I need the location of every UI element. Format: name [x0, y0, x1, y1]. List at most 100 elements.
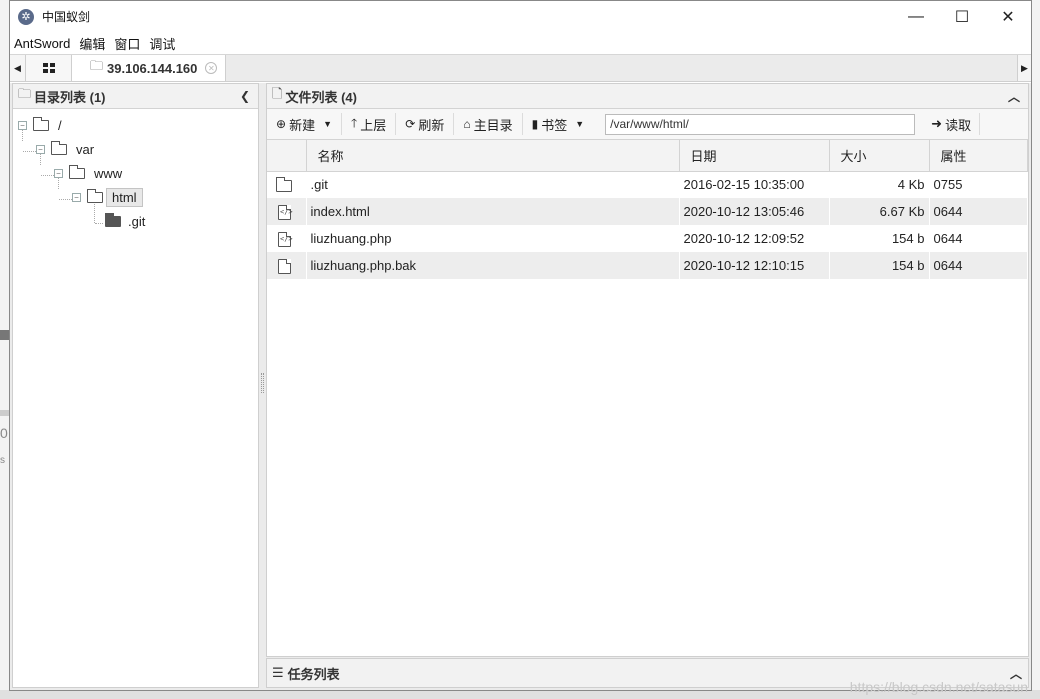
- file-perm: 0644: [929, 198, 1028, 225]
- refresh-button[interactable]: ⟳ 刷新: [396, 113, 455, 135]
- collapse-up-icon[interactable]: ︿: [1008, 88, 1020, 105]
- caret-down-icon: ▼: [575, 119, 585, 129]
- list-icon: ☰: [272, 665, 284, 680]
- tree-collapse-icon[interactable]: −: [54, 168, 63, 178]
- file-panel-title: 文件列表 (4): [285, 89, 357, 105]
- tab-scroll-right-icon[interactable]: ▶: [1017, 55, 1031, 81]
- file-perm: 0644: [929, 225, 1028, 252]
- minimize-button[interactable]: —: [893, 1, 939, 32]
- close-button[interactable]: ✕: [985, 1, 1031, 32]
- menu-antsword[interactable]: AntSword: [10, 36, 75, 51]
- file-size: 6.67 Kb: [829, 198, 930, 225]
- file-name: liuzhuang.php: [306, 225, 680, 252]
- tree-node-html[interactable]: − html: [13, 185, 258, 209]
- window-controls: — ☐ ✕: [893, 1, 1031, 32]
- tree-node-label: www: [94, 165, 123, 181]
- title-bar: ✲ 中国蚁剑 — ☐ ✕: [10, 1, 1031, 32]
- background-text-fragment: 0: [0, 425, 8, 441]
- directory-panel: 🗀 目录列表 (1) ❮ − / − var − www − html .git: [12, 83, 259, 688]
- arrow-right-icon: ➜: [931, 116, 943, 131]
- tree-node-git[interactable]: .git: [13, 209, 258, 233]
- maximize-button[interactable]: ☐: [939, 1, 985, 32]
- up-level-label: 上层: [360, 117, 387, 133]
- table-row[interactable]: </> index.html 2020-10-12 13:05:46 6.67 …: [267, 198, 1028, 225]
- tree-node-label: var: [76, 141, 95, 157]
- file-outline-icon: 🗋: [272, 86, 283, 101]
- directory-tree: − / − var − www − html .git: [13, 109, 258, 233]
- table-row[interactable]: liuzhuang.php.bak 2020-10-12 12:10:15 15…: [267, 252, 1028, 279]
- read-button[interactable]: ➜ 读取: [923, 113, 981, 135]
- menu-debug[interactable]: 调试: [145, 34, 180, 53]
- tree-node-label: .git: [128, 213, 146, 229]
- home-icon: ⌂: [463, 117, 471, 131]
- file-date: 2020-10-12 12:09:52: [679, 225, 830, 252]
- folder-icon: [51, 140, 67, 155]
- column-header-name[interactable]: 名称: [306, 140, 680, 172]
- tree-node-label: /: [58, 117, 62, 133]
- folder-icon: [69, 164, 85, 179]
- antsword-logo-icon: ✲: [18, 8, 34, 25]
- file-icon: [278, 258, 291, 274]
- file-date: 2016-02-15 10:35:00: [679, 171, 830, 198]
- tab-home[interactable]: [26, 55, 72, 81]
- file-size: 4 Kb: [829, 171, 930, 198]
- menu-window[interactable]: 窗口: [110, 34, 145, 53]
- window-title: 中国蚁剑: [42, 10, 91, 24]
- directory-panel-header: 🗀 目录列表 (1) ❮: [13, 84, 258, 109]
- new-button[interactable]: ⊕ 新建 ▼: [267, 113, 342, 135]
- tab-connection[interactable]: 🗀 39.106.144.160 ✕: [72, 55, 227, 81]
- folder-icon: [33, 116, 49, 131]
- bookmark-icon: ▮: [531, 117, 539, 131]
- table-row[interactable]: .git 2016-02-15 10:35:00 4 Kb 0755: [267, 171, 1028, 198]
- tree-collapse-icon[interactable]: −: [36, 144, 45, 154]
- directory-panel-title: 目录列表 (1): [34, 89, 106, 105]
- file-size: 154 b: [829, 225, 930, 252]
- tab-scroll-left-icon[interactable]: ◀: [10, 55, 26, 81]
- file-table-header: 名称 日期 大小 属性: [267, 140, 1028, 172]
- tab-bar: ◀ 🗀 39.106.144.160 ✕ ▶: [10, 54, 1031, 82]
- panel-splitter-handle[interactable]: [261, 373, 264, 393]
- tree-node-www[interactable]: − www: [13, 161, 258, 185]
- code-file-icon: </>: [278, 231, 293, 247]
- column-header-date[interactable]: 日期: [679, 140, 830, 172]
- folder-filled-icon: [105, 212, 121, 227]
- code-file-icon: </>: [278, 204, 293, 220]
- watermark-text: https://blog.csdn.net/satasun: [849, 679, 1028, 695]
- tree-collapse-icon[interactable]: −: [18, 120, 27, 130]
- arrow-up-icon: 🡑: [351, 115, 358, 130]
- plus-circle-icon: ⊕: [276, 117, 287, 131]
- tree-node-root[interactable]: − /: [13, 113, 258, 137]
- refresh-label: 刷新: [418, 117, 445, 133]
- folder-icon: [87, 188, 103, 203]
- up-level-button[interactable]: 🡑 上层: [342, 113, 397, 135]
- table-row[interactable]: </> liuzhuang.php 2020-10-12 12:09:52 15…: [267, 225, 1028, 252]
- home-dir-label: 主目录: [473, 117, 513, 133]
- file-date: 2020-10-12 12:10:15: [679, 252, 830, 279]
- menu-edit[interactable]: 编辑: [75, 34, 110, 53]
- grid-icon: [42, 63, 55, 73]
- file-name: index.html: [306, 198, 680, 225]
- read-label: 读取: [945, 117, 972, 133]
- column-header-size[interactable]: 大小: [829, 140, 930, 172]
- file-perm: 0755: [929, 171, 1028, 198]
- tab-close-icon[interactable]: ✕: [205, 62, 218, 74]
- file-size: 154 b: [829, 252, 930, 279]
- antsword-window: ✲ 中国蚁剑 — ☐ ✕ AntSword 编辑 窗口 调试 ◀ 🗀 39.10…: [9, 0, 1032, 691]
- column-header-perm[interactable]: 属性: [929, 140, 1028, 172]
- file-panel: 🗋 文件列表 (4) ︿ ⊕ 新建 ▼ 🡑 上层 ⟳ 刷新 ⌂ 主目录 ▮ 书签…: [266, 83, 1029, 657]
- column-header-icon: [267, 140, 307, 172]
- task-panel-title: 任务列表: [287, 666, 340, 682]
- tree-node-label-selected: html: [106, 187, 143, 207]
- tree-collapse-icon[interactable]: −: [72, 192, 81, 202]
- collapse-left-icon[interactable]: ❮: [240, 89, 250, 103]
- home-dir-button[interactable]: ⌂ 主目录: [454, 113, 523, 135]
- menu-bar: AntSword 编辑 窗口 调试: [10, 32, 1031, 54]
- folder-outline-icon: 🗀: [18, 86, 32, 101]
- bookmark-button[interactable]: ▮ 书签 ▼: [523, 113, 594, 135]
- folder-outline-icon: 🗀: [90, 58, 104, 73]
- file-table: 名称 日期 大小 属性 .git 2016-02-15 10:35:00 4 K…: [267, 140, 1028, 279]
- file-name: liuzhuang.php.bak: [306, 252, 680, 279]
- path-input[interactable]: [605, 113, 916, 135]
- tree-node-var[interactable]: − var: [13, 137, 258, 161]
- new-button-label: 新建: [289, 117, 316, 133]
